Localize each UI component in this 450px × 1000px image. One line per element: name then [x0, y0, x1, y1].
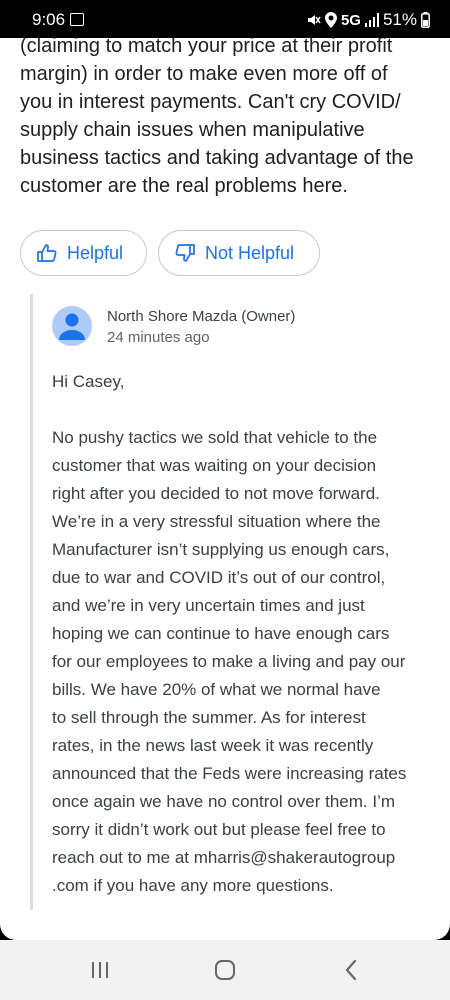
reply-line: bills. We have 20% of what we normal hav…	[52, 680, 381, 699]
review-text: (claiming to match your price at their p…	[20, 38, 435, 200]
reply-greeting: Hi Casey,	[52, 372, 125, 391]
owner-name: North Shore Mazda (Owner)	[107, 308, 296, 325]
reply-line: .com if you have any more questions.	[52, 876, 334, 895]
reply-line: hoping we can continue to have enough ca…	[52, 624, 390, 643]
owner-avatar	[52, 306, 92, 346]
status-bar: 9:06 5G 51%	[0, 0, 450, 38]
review-line: (claiming to match your price at their p…	[20, 38, 393, 57]
review-line: customer are the real problems here.	[20, 175, 348, 197]
reply-line: and we’re in very uncertain times and ju…	[52, 596, 365, 615]
owner-reply-text: Hi Casey, No pushy tactics we sold that …	[52, 368, 432, 900]
home-icon[interactable]	[214, 959, 236, 981]
reply-timestamp: 24 minutes ago	[107, 329, 210, 346]
review-line: business tactics and taking advantage of…	[20, 147, 414, 169]
review-line: you in interest payments. Can't cry COVI…	[20, 91, 401, 113]
reply-line: sorry it didn’t work out but please feel…	[52, 820, 386, 839]
signal-icon	[364, 13, 379, 27]
recent-apps-icon[interactable]	[90, 961, 110, 979]
reply-line: Manufacturer isn’t supplying us enough c…	[52, 540, 390, 559]
reply-line: right after you decided to not move forw…	[52, 484, 380, 503]
network-type: 5G	[340, 11, 361, 29]
reply-line: customer that was waiting on your decisi…	[52, 456, 377, 475]
reply-line: once again we have no control over them.…	[52, 792, 396, 811]
reply-line: announced that the Feds were increasing …	[52, 764, 407, 783]
review-sheet: (claiming to match your price at their p…	[0, 38, 450, 940]
reply-line: for our employees to make a living and p…	[52, 652, 406, 671]
gallery-notification-icon	[70, 13, 84, 26]
back-icon[interactable]	[344, 959, 358, 981]
reply-indent-bar	[30, 294, 33, 910]
system-nav-bar	[0, 940, 450, 1000]
status-time: 9:06	[32, 10, 66, 29]
thumbs-up-icon	[37, 244, 57, 262]
reply-line: reach out to me at mharris@shakerautogro…	[52, 848, 396, 867]
helpful-label: Helpful	[67, 242, 124, 263]
battery-icon	[421, 12, 430, 28]
not-helpful-button[interactable]: Not Helpful	[158, 230, 320, 276]
review-line: supply chain issues when manipulative	[20, 119, 365, 141]
reply-line: rates, in the news last week it was rece…	[52, 736, 374, 755]
reply-line: due to war and COVID it’s out of our con…	[52, 568, 386, 587]
mute-icon	[307, 15, 321, 25]
person-icon	[59, 313, 85, 340]
reply-line: to sell through the summer. As for inter…	[52, 708, 366, 727]
reply-line: No pushy tactics we sold that vehicle to…	[52, 428, 378, 447]
location-icon	[324, 12, 337, 28]
thumbs-down-icon	[175, 244, 195, 262]
status-right: 5G 51%	[305, 10, 430, 30]
helpful-button[interactable]: Helpful	[20, 230, 147, 276]
not-helpful-label: Not Helpful	[205, 242, 295, 263]
reply-line: We’re in a very stressful situation wher…	[52, 512, 381, 531]
review-line: margin) in order to make even more off o…	[20, 63, 388, 85]
battery-percent: 51%	[382, 10, 417, 29]
